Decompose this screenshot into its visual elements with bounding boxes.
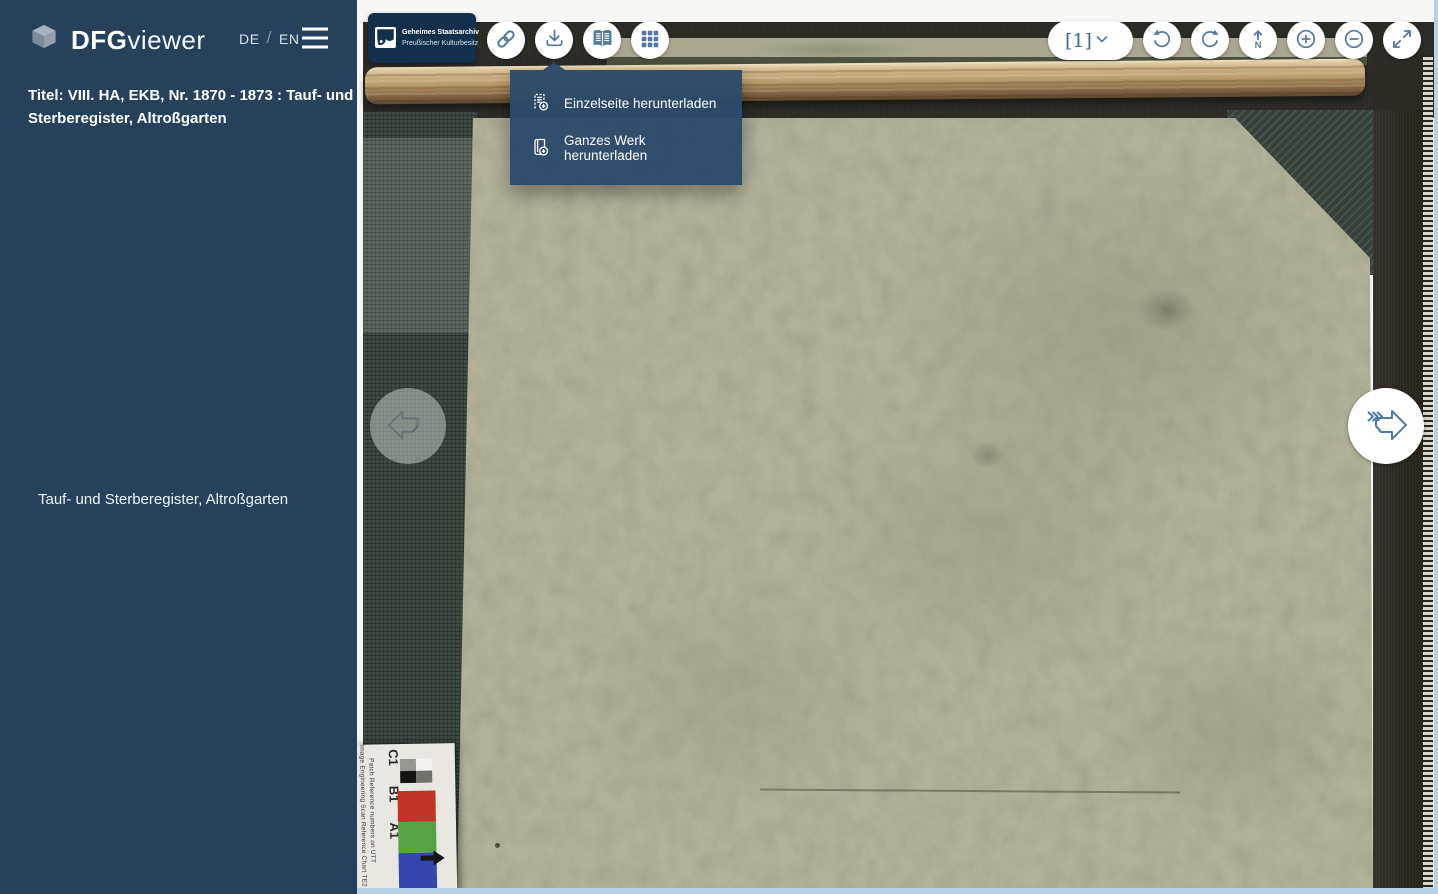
sidebar: DFGviewer DE / EN Titel: VIII. HA, EKB, … (0, 0, 357, 894)
archive-logo-badge[interactable]: Geheimes Staatsarchiv Preußischer Kultur… (368, 13, 476, 63)
brand-text: DFGviewer (71, 27, 206, 53)
archive-name: Geheimes Staatsarchiv (402, 29, 479, 36)
archive-eagle-icon (375, 27, 396, 48)
zoom-out-button[interactable] (1335, 21, 1373, 59)
document-title: Titel: VIII. HA, EKB, Nr. 1870 - 1873 : … (28, 84, 354, 130)
lang-de[interactable]: DE (239, 31, 260, 47)
svg-text:N: N (1255, 40, 1262, 51)
paper-ink-dot (495, 843, 500, 848)
page-download-icon (530, 92, 550, 115)
page-select-dropdown[interactable]: [1] (1048, 21, 1133, 60)
scan-endpaper-page (457, 110, 1373, 888)
color-calibration-card: Image Engineering Scan Reference Chart T… (357, 743, 457, 894)
rotate-left-icon (1150, 27, 1174, 54)
dfg-cube-icon (26, 22, 62, 58)
menu-item-label: Einzelseite herunterladen (564, 96, 716, 111)
lang-separator: / (267, 28, 272, 48)
zoom-out-icon (1342, 27, 1366, 54)
double-page-button[interactable] (583, 21, 621, 59)
archive-subname: Preußischer Kulturbesitz (402, 40, 478, 47)
grid-icon (639, 28, 661, 53)
book-download-icon (530, 137, 550, 160)
toc-entry-link[interactable]: Tauf- und Sterberegister, Altroßgarten (38, 491, 288, 508)
image-viewer: Image Engineering Scan Reference Chart T… (357, 0, 1438, 894)
zoom-in-button[interactable] (1287, 21, 1325, 59)
next-page-arrow-icon (1362, 403, 1410, 450)
dfg-viewer-logo[interactable]: DFGviewer (26, 22, 206, 58)
download-button[interactable] (535, 21, 573, 59)
fullscreen-icon (1390, 27, 1414, 54)
link-icon (494, 27, 518, 54)
previous-page-arrow-icon (385, 404, 431, 449)
current-page-value: [1] (1065, 30, 1092, 52)
calibration-side-text-2: Patch Reference numbers on UTT (365, 758, 376, 888)
red-patch (397, 790, 436, 822)
permalink-button[interactable] (487, 21, 525, 59)
menu-toggle-button[interactable] (301, 25, 329, 51)
menu-item-download-single-page[interactable]: Einzelseite herunterladen (510, 83, 742, 124)
open-book-icon (590, 26, 615, 54)
scan-right-cover-band (1373, 110, 1425, 888)
rotate-left-button[interactable] (1143, 21, 1181, 59)
menu-item-download-full-work[interactable]: Ganzes Werk herunterladen (510, 124, 742, 172)
hamburger-icon (301, 39, 329, 54)
calibration-arrow-icon (419, 849, 445, 871)
download-dropdown-menu: Einzelseite herunterladen Ganzes Werk he… (510, 70, 742, 185)
vertical-scrollbar[interactable] (1434, 0, 1438, 894)
rotate-right-icon (1198, 27, 1222, 54)
chevron-down-icon (1092, 29, 1120, 52)
zoom-in-icon (1294, 27, 1318, 54)
brand-light: viewer (127, 25, 205, 55)
reset-orientation-button[interactable]: N (1239, 21, 1277, 59)
patch-label-c1: C1 (385, 749, 401, 766)
scan-page-edges (1423, 55, 1433, 888)
thumbnail-grid-button[interactable] (631, 21, 669, 59)
previous-page-button[interactable] (370, 388, 446, 464)
north-arrow-icon: N (1246, 27, 1270, 54)
fullscreen-button[interactable] (1383, 21, 1421, 59)
download-icon (543, 27, 566, 53)
lang-en[interactable]: EN (279, 31, 300, 47)
brand-bold: DFG (71, 25, 127, 55)
paper-texture (457, 110, 1373, 888)
horizontal-scrollbar[interactable] (357, 888, 1434, 894)
language-switcher: DE / EN (239, 29, 300, 49)
scan-cloth-left-light (363, 138, 477, 333)
menu-item-label: Ganzes Werk herunterladen (564, 133, 722, 163)
rotate-right-button[interactable] (1191, 21, 1229, 59)
green-patch (398, 821, 437, 853)
gray-checker-patches (400, 759, 432, 784)
dfg-viewer-app: DFGviewer DE / EN Titel: VIII. HA, EKB, … (0, 0, 1438, 894)
next-page-button[interactable] (1348, 388, 1424, 464)
